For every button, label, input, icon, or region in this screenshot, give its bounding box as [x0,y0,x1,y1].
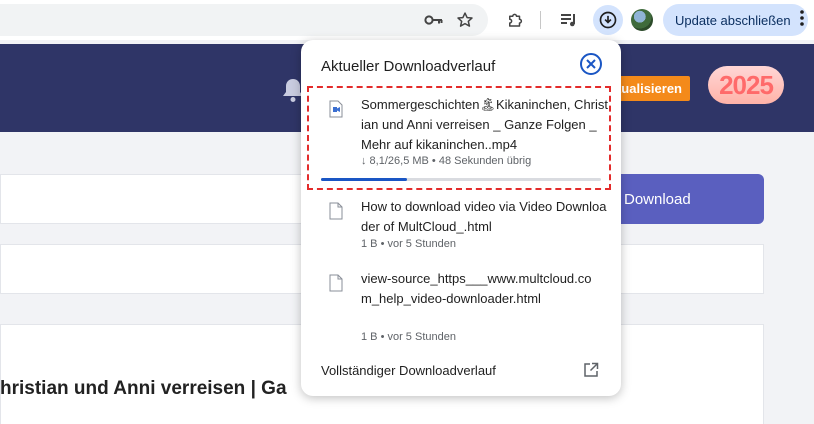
file-icon [329,202,343,220]
close-icon[interactable] [580,53,602,75]
downloads-title: Aktueller Downloadverlauf [321,58,496,75]
video-file-icon [329,100,343,118]
download-status: 1 B • vor 5 Stunden [361,238,456,250]
file-icon [329,274,343,292]
star-icon[interactable] [453,8,477,32]
update-button[interactable]: Update abschließen [663,4,808,36]
download-filename: view-source_https___www.multcloud.com_he… [361,271,592,306]
downloads-bubble: Aktueller Downloadverlauf Sommergeschich… [301,40,621,396]
year-badge: 2025 [708,66,784,104]
download-filename: Sommergeschichten🏝Kikaninchen, Christian… [361,97,608,152]
video-heading: hristian und Anni verreisen | Ga [0,378,287,399]
download-filename: How to download video via Video Download… [361,199,607,234]
kebab-menu-icon[interactable] [800,10,804,31]
download-icon[interactable] [593,5,623,35]
key-icon[interactable] [422,8,446,32]
full-history-link[interactable]: Vollständiger Downloadverlauf [321,363,496,378]
browser-toolbar: Update abschließen [0,0,814,40]
site-update-button[interactable]: tualisieren [612,76,690,101]
profile-avatar[interactable] [631,9,653,31]
site-download-button[interactable]: Download [612,174,764,224]
media-icon[interactable] [557,8,581,32]
download-status: ↓ 8,1/26,5 MB • 48 Sekunden übrig [361,155,532,167]
download-progress-fill [321,178,407,181]
toolbar-divider [540,11,541,29]
extensions-icon[interactable] [503,8,527,32]
address-bar[interactable] [0,4,488,36]
download-status: 1 B • vor 5 Stunden [361,331,456,343]
external-link-icon[interactable] [583,362,599,383]
download-progress-bar [321,178,601,181]
